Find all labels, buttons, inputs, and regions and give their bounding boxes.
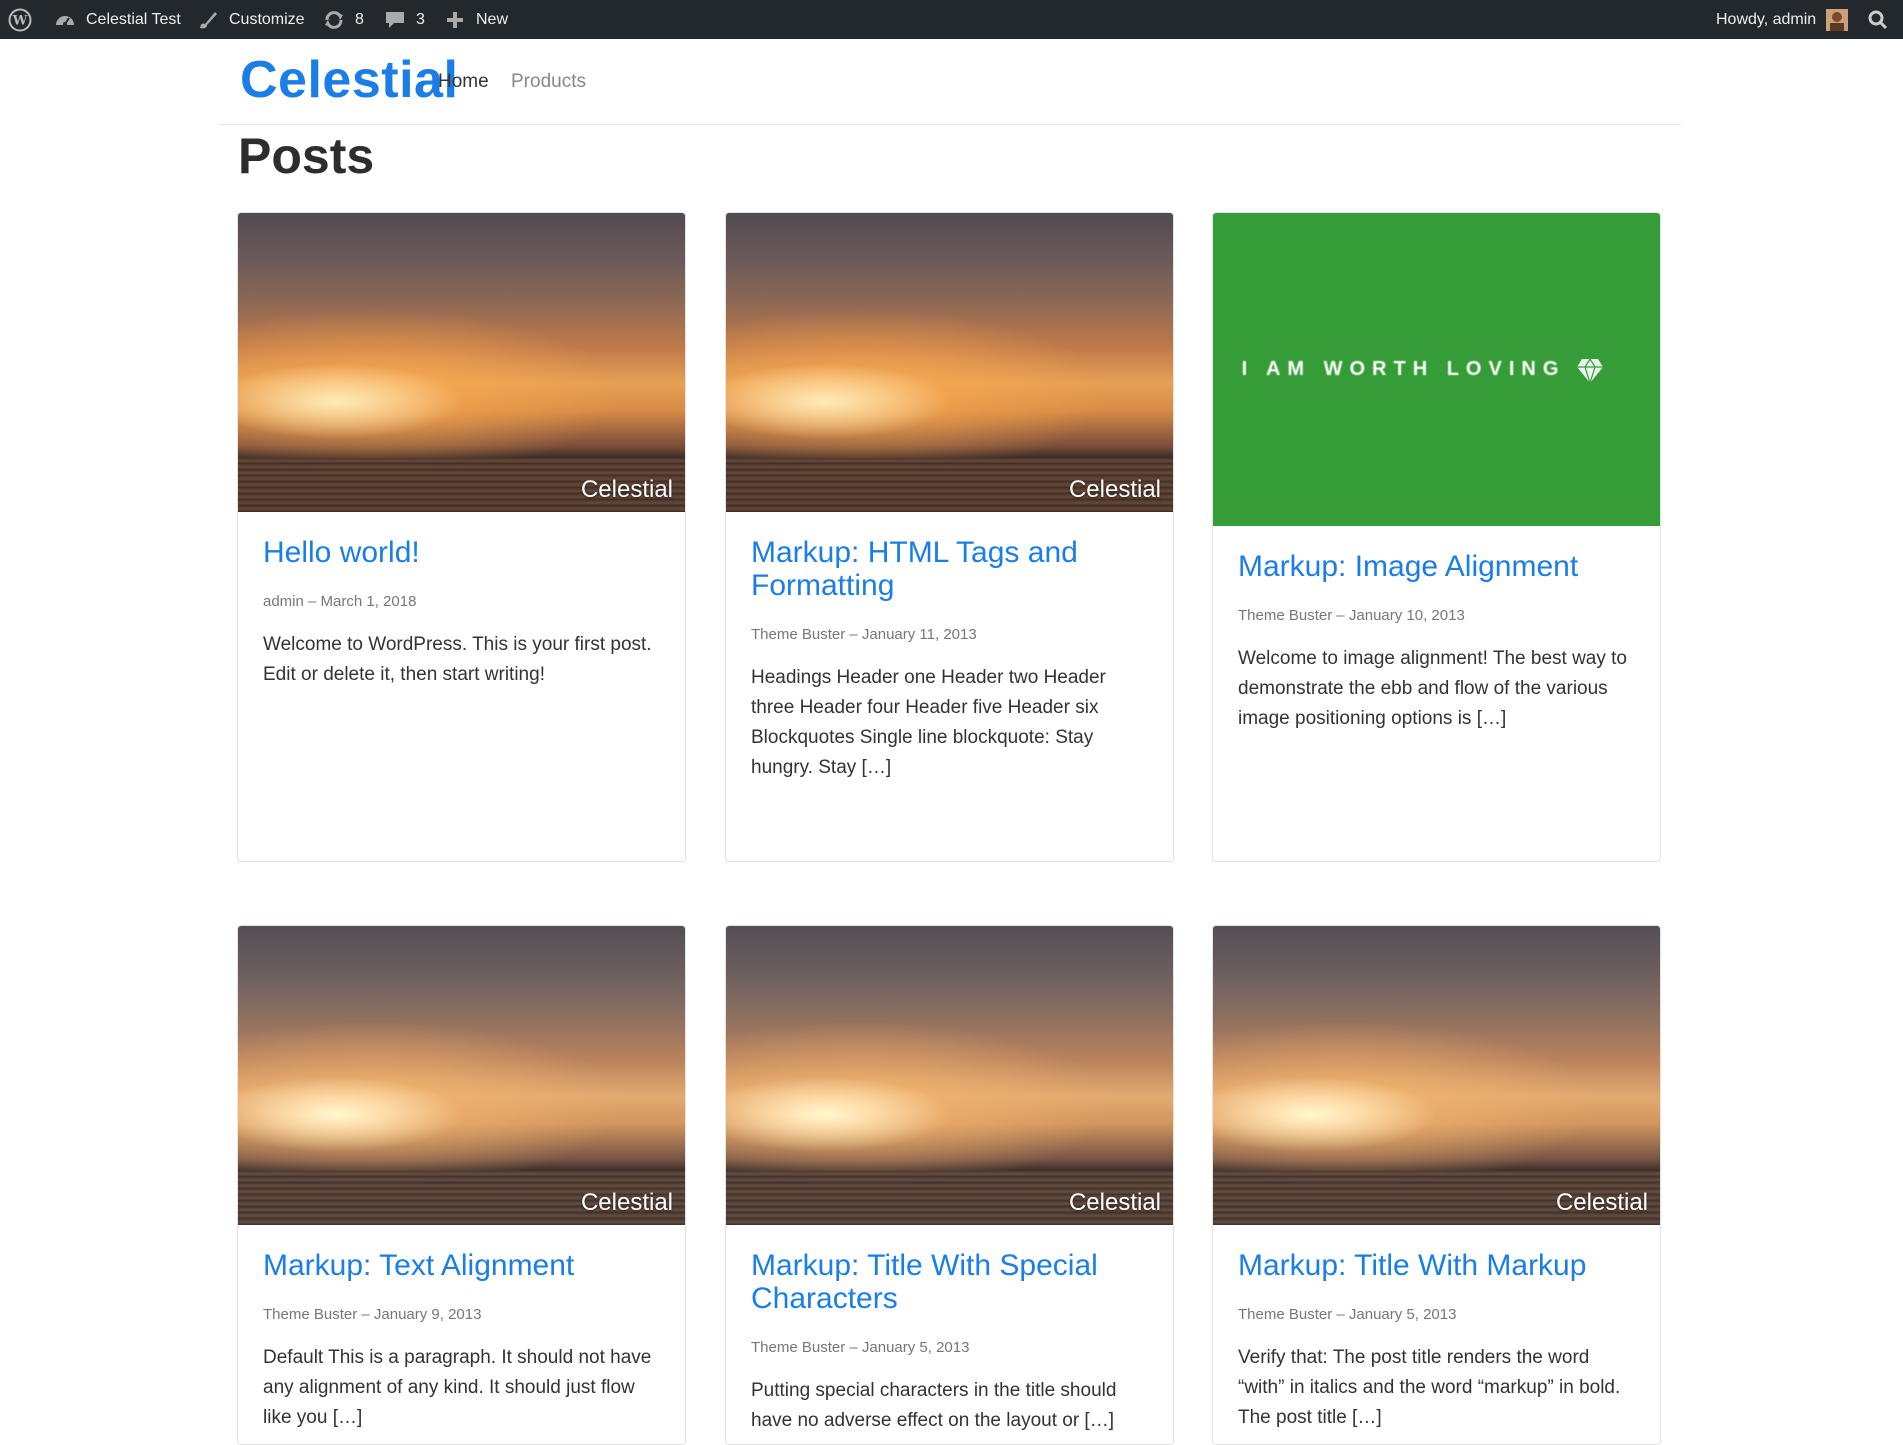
paintbrush-icon [196,8,220,32]
site-name-label: Celestial Test [86,10,181,28]
post-excerpt: Default This is a paragraph. It should n… [263,1347,652,1428]
post-excerpt: Welcome to WordPress. This is your first… [263,634,652,685]
post-card: Celestial Markup: Title With Special Cha… [725,925,1174,1445]
nav-home[interactable]: Home [438,71,489,93]
post-excerpt: Welcome to image alignment! The best way… [1238,648,1627,729]
post-thumbnail[interactable]: Celestial [726,926,1173,1225]
updates-refresh-icon [322,8,346,32]
my-account-link[interactable]: Howdy, admin [1716,0,1849,39]
post-thumbnail[interactable]: Celestial [726,213,1173,512]
nav-products[interactable]: Products [511,71,586,93]
post-card: Celestial Markup: HTML Tags and Formatti… [725,212,1174,862]
post-card: Celestial Markup: Text Alignment Theme B… [237,925,686,1445]
thumbnail-caption: Celestial [1068,1189,1161,1216]
post-meta: Theme Buster – January 5, 2013 [751,1339,970,1356]
new-content-link[interactable]: New [443,0,508,39]
post-meta: Theme Buster – January 11, 2013 [751,626,977,643]
customize-link[interactable]: Customize [196,0,305,39]
new-label: New [476,10,509,28]
howdy-label: Howdy, admin [1716,10,1817,28]
site-name-link[interactable]: Celestial Test [53,0,181,39]
post-meta: Theme Buster – January 5, 2013 [1238,1306,1457,1323]
post-title-link[interactable]: Markup: Image Alignment [1238,550,1635,583]
wordpress-icon: W [8,8,32,32]
updates-count: 8 [355,10,364,28]
post-title-link[interactable]: Hello world! [263,536,660,569]
comment-bubble-icon [383,8,407,32]
post-card: Celestial Markup: Title With Markup Them… [1212,925,1661,1445]
comments-link[interactable]: 3 [383,0,425,39]
search-button[interactable] [1866,0,1890,39]
comments-count: 3 [416,10,425,28]
thumbnail-caption: Celestial [580,1189,673,1216]
diamond-heart-icon [1577,357,1604,384]
thumbnail-caption: Celestial [1068,476,1161,503]
post-title-link[interactable]: Markup: Title With Special Characters [751,1249,1148,1315]
updates-link[interactable]: 8 [322,0,364,39]
wordpress-logo-button[interactable]: W [8,0,32,39]
post-excerpt: Verify that: The post title renders the … [1238,1347,1621,1428]
post-title-link[interactable]: Markup: Text Alignment [263,1249,660,1282]
post-thumbnail[interactable]: Celestial [238,213,685,512]
page-title: Posts [238,128,375,184]
search-icon [1866,8,1890,32]
svg-text:W: W [12,13,28,28]
site-header: Celestial Home Products [218,39,1681,125]
thumbnail-caption: Celestial [580,476,673,503]
plus-icon [443,8,467,32]
customize-label: Customize [229,10,305,28]
post-thumbnail[interactable]: I AM WORTH LOVING [1213,213,1660,526]
post-meta: Theme Buster – January 9, 2013 [263,1306,482,1323]
post-title-link[interactable]: Markup: Title With Markup [1238,1249,1635,1282]
post-meta: Theme Buster – January 10, 2013 [1238,607,1465,624]
thumbnail-text: I AM WORTH LOVING [1241,358,1566,380]
post-thumbnail[interactable]: Celestial [238,926,685,1225]
post-excerpt: Headings Header one Header two Header th… [751,667,1106,778]
post-card: Celestial Hello world! admin – March 1, … [237,212,686,862]
thumbnail-caption: Celestial [1555,1189,1648,1216]
site-title[interactable]: Celestial [240,49,458,111]
post-title-link[interactable]: Markup: HTML Tags and Formatting [751,536,1148,602]
post-card: I AM WORTH LOVING Markup: Image Alignmen… [1212,212,1661,862]
post-meta: admin – March 1, 2018 [263,593,417,610]
post-excerpt: Putting special characters in the title … [751,1380,1117,1431]
post-thumbnail[interactable]: Celestial [1213,926,1660,1225]
avatar [1825,8,1849,32]
dashboard-gauge-icon [53,8,77,32]
admin-bar: W Celestial Test Customize 8 3 New Howdy… [0,0,1903,39]
